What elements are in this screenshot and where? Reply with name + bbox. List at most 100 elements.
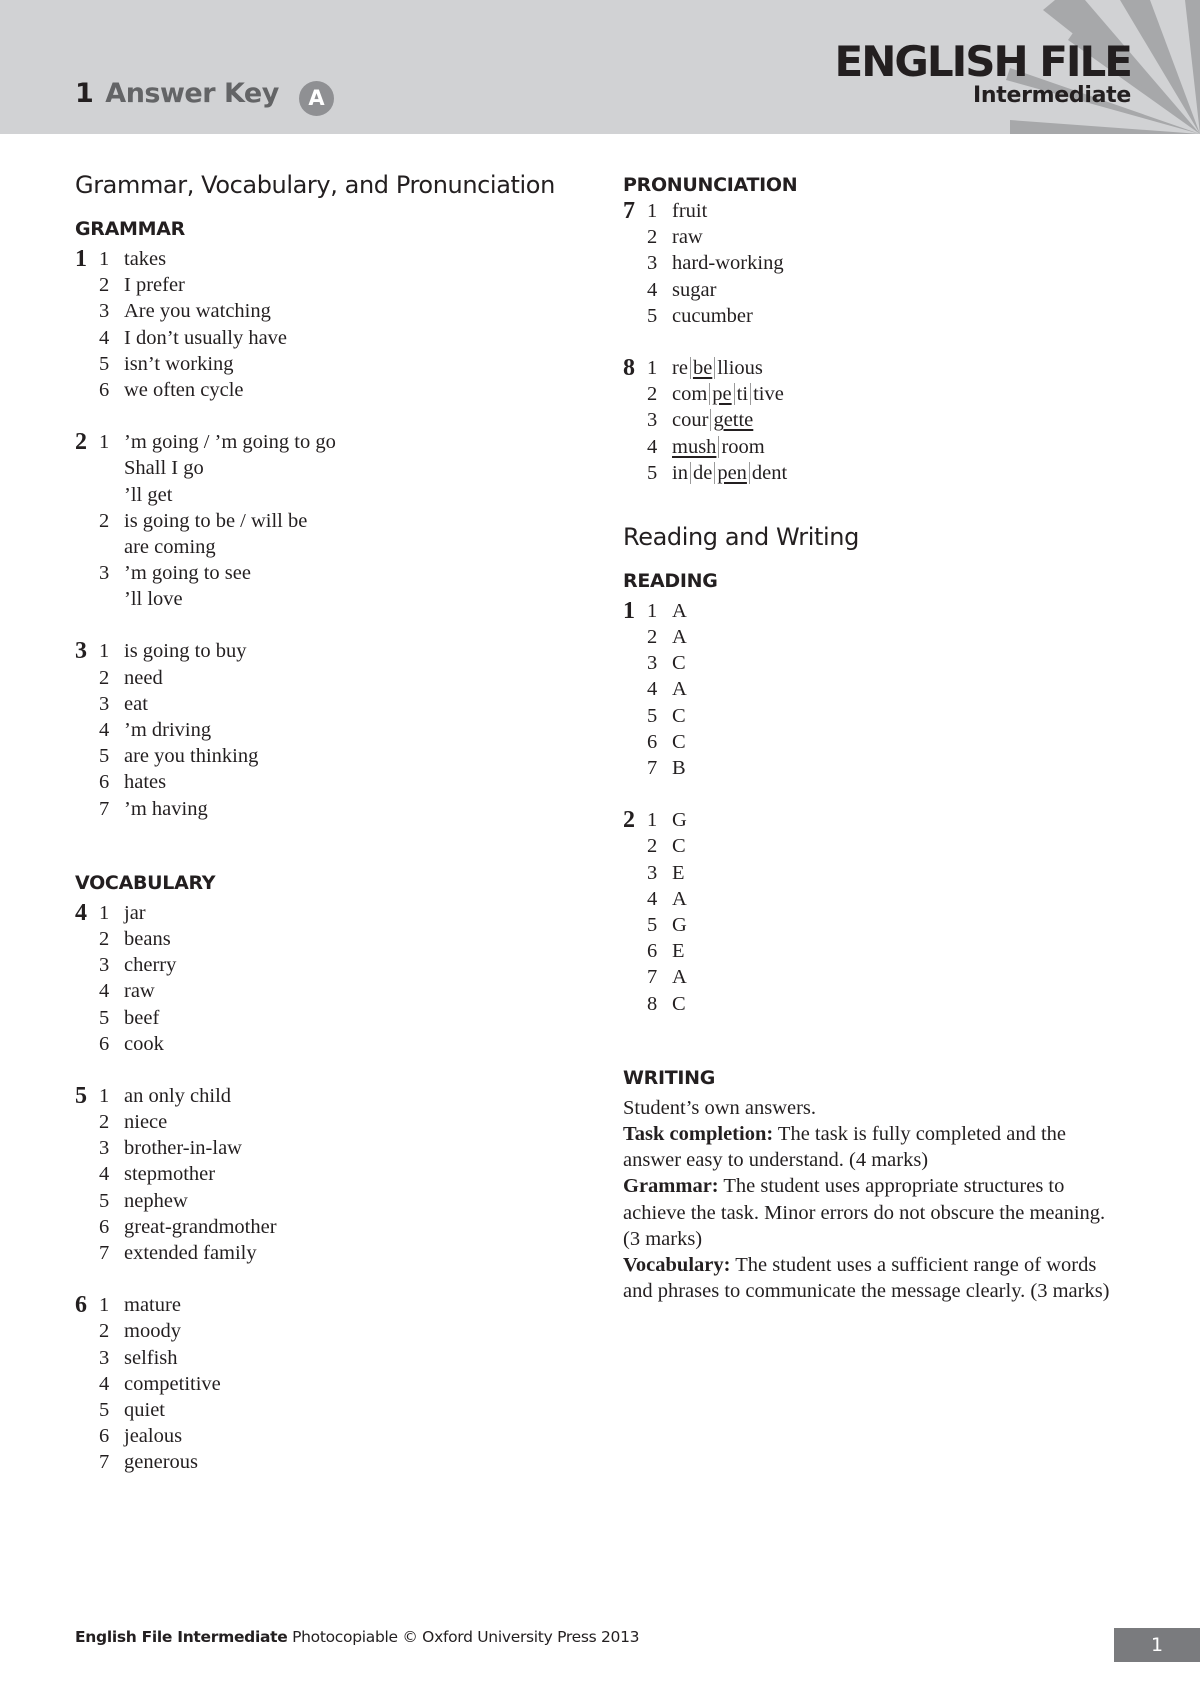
exercise: 2 1’m going / ’m going to go Shall I go’ll…: [75, 429, 595, 612]
syllabified-word: in de pen dent: [672, 460, 790, 486]
page-header: 1 Answer Key A ENGLISH FILE Intermediate: [0, 0, 1200, 134]
unit-number: 1: [75, 78, 94, 109]
item-number: 5: [99, 1189, 110, 1212]
exercise-number: 2: [623, 807, 635, 834]
item-number: 2: [99, 1320, 110, 1343]
answer-item: 2A: [647, 624, 1143, 650]
item-number: 5: [99, 1398, 110, 1421]
exercise-number: 1: [623, 597, 635, 624]
answer-item: 7B: [647, 755, 1143, 781]
writing-intro: Student’s own answers.: [623, 1096, 817, 1119]
item-answer: are you thinking: [124, 745, 259, 768]
answer-item: 5 nephew: [99, 1188, 595, 1214]
item-answer: C: [672, 730, 686, 753]
item-number: 1: [99, 1084, 110, 1107]
answer-item: 3C: [647, 650, 1143, 676]
item-answer: hates: [124, 771, 167, 794]
item-number: 7: [647, 757, 658, 779]
item-answer: ’m driving: [124, 719, 212, 741]
answer-item: 1A: [647, 598, 1143, 624]
item-number: 4: [99, 326, 110, 349]
item-answer: jar: [124, 901, 146, 924]
answer-item: 1 is going to buy: [99, 638, 595, 664]
item-answer: we often cycle: [124, 378, 244, 401]
syllable: ti: [733, 383, 751, 406]
exercise-items: 1 jar 2 beans 3 cherry 4 raw 5 beef 6 cook: [99, 900, 595, 1057]
item-number: 2: [99, 509, 110, 532]
item-answer: hard-working: [672, 252, 784, 275]
item-answer: selfish: [124, 1346, 178, 1369]
left-column: Grammar, Vocabulary, and Pronunciation G…: [75, 168, 595, 1502]
item-answer: eat: [124, 692, 148, 715]
item-answer: raw: [672, 226, 703, 249]
answer-item: 1 an only child: [99, 1083, 595, 1109]
answer-item: 7 generous: [99, 1449, 595, 1475]
exercise-items: 1 mature 2 moody 3 selfish 4 competitive 5 quiet 6…: [99, 1292, 595, 1475]
answer-item: 3 Are you watching: [99, 298, 595, 324]
item-number: 8: [647, 992, 658, 1015]
answer-item: 6E: [647, 938, 1143, 964]
item-answer: is going to buy: [124, 640, 247, 663]
heading-grammar: GRAMMAR: [75, 218, 185, 240]
item-answer-continued: ’ll love: [124, 588, 183, 611]
item-number: 4: [99, 719, 110, 741]
footer-rights: Photocopiable © Oxford University Press …: [287, 1628, 640, 1646]
item-answer: ’m going to see: [124, 562, 251, 585]
answer-item: 2 niece: [99, 1109, 595, 1135]
syllable: llious: [714, 356, 765, 379]
answer-item: 6C: [647, 729, 1143, 755]
exercise-number: 8: [623, 354, 635, 381]
answer-item: 6 hates: [99, 769, 595, 795]
syllable-text: tive: [753, 383, 784, 406]
heading-pronunciation: PRONUNCIATION: [623, 174, 798, 196]
syllable-text: pen: [717, 461, 747, 484]
answer-item: 5 are you thinking: [99, 743, 595, 769]
item-number: 7: [99, 1242, 110, 1264]
item-answer: I prefer: [124, 274, 185, 297]
item-number: 3: [647, 252, 658, 275]
answer-item: 1G: [647, 807, 1143, 833]
syllable: in: [672, 462, 690, 484]
syllable-text: ti: [736, 383, 749, 406]
exercise: 21G2C3E4A5G6E7A8C: [623, 807, 1143, 1017]
answer-item: 5 beef: [99, 1005, 595, 1031]
exercise: 1 1 takes 2 I prefer 3 Are you watching 4 I don’…: [75, 246, 595, 403]
syllable: cour: [672, 409, 710, 431]
answer-item: 2 beans: [99, 926, 595, 952]
criterion-vocabulary: Vocabulary: The student uses a sufficien…: [623, 1252, 1113, 1304]
answer-item: 1 re be llious: [647, 355, 1143, 381]
item-number: 1: [99, 1294, 110, 1317]
item-number: 6: [99, 1032, 110, 1055]
stressed-syllable: mush: [672, 436, 718, 458]
answer-item: 2 com pe ti tive: [647, 381, 1143, 407]
item-number: 5: [647, 304, 658, 327]
answer-item: 3E: [647, 860, 1143, 886]
answer-item: 5 cucumber: [647, 303, 1143, 329]
item-number: 4: [647, 678, 658, 701]
item-answer: sugar: [672, 278, 717, 301]
answer-item: 2 I prefer: [99, 272, 595, 298]
item-answer: brother-in-law: [124, 1137, 242, 1160]
exercise-stress: 8 1 re be llious 2 com pe ti tive 3 cour gette 4 mush r…: [623, 355, 1143, 486]
item-number: 1: [99, 640, 110, 663]
item-number: 2: [99, 927, 110, 950]
item-answer: jealous: [124, 1425, 183, 1448]
item-answer-continued: ’ll get: [124, 483, 173, 506]
syllable-text: dent: [751, 461, 788, 484]
exercise: 7 1 fruit 2 raw 3 hard-working 4 sugar 5 cucumber: [623, 198, 1143, 329]
syllable-text: llious: [717, 356, 763, 379]
exercise: 6 1 mature 2 moody 3 selfish 4 competitive 5 quiet…: [75, 1292, 595, 1475]
answer-item: 5 isn’t working: [99, 351, 595, 377]
item-answer: cherry: [124, 954, 177, 977]
item-answer: I don’t usually have: [124, 326, 288, 349]
brand-name: ENGLISH FILE: [834, 37, 1133, 86]
item-answer: E: [672, 940, 685, 963]
answer-item: 7 extended family: [99, 1240, 595, 1266]
exercise-number: 2: [75, 429, 87, 456]
item-number: 3: [647, 409, 658, 432]
item-answer: an only child: [124, 1084, 232, 1107]
syllable-text: com: [672, 383, 708, 406]
right-column: PRONUNCIATION 7 1 fruit 2 raw 3 hard-working 4 s…: [623, 168, 1143, 1304]
answer-item: 3 ’m going to see: [99, 560, 595, 586]
stressed-syllable: pe: [709, 383, 734, 406]
